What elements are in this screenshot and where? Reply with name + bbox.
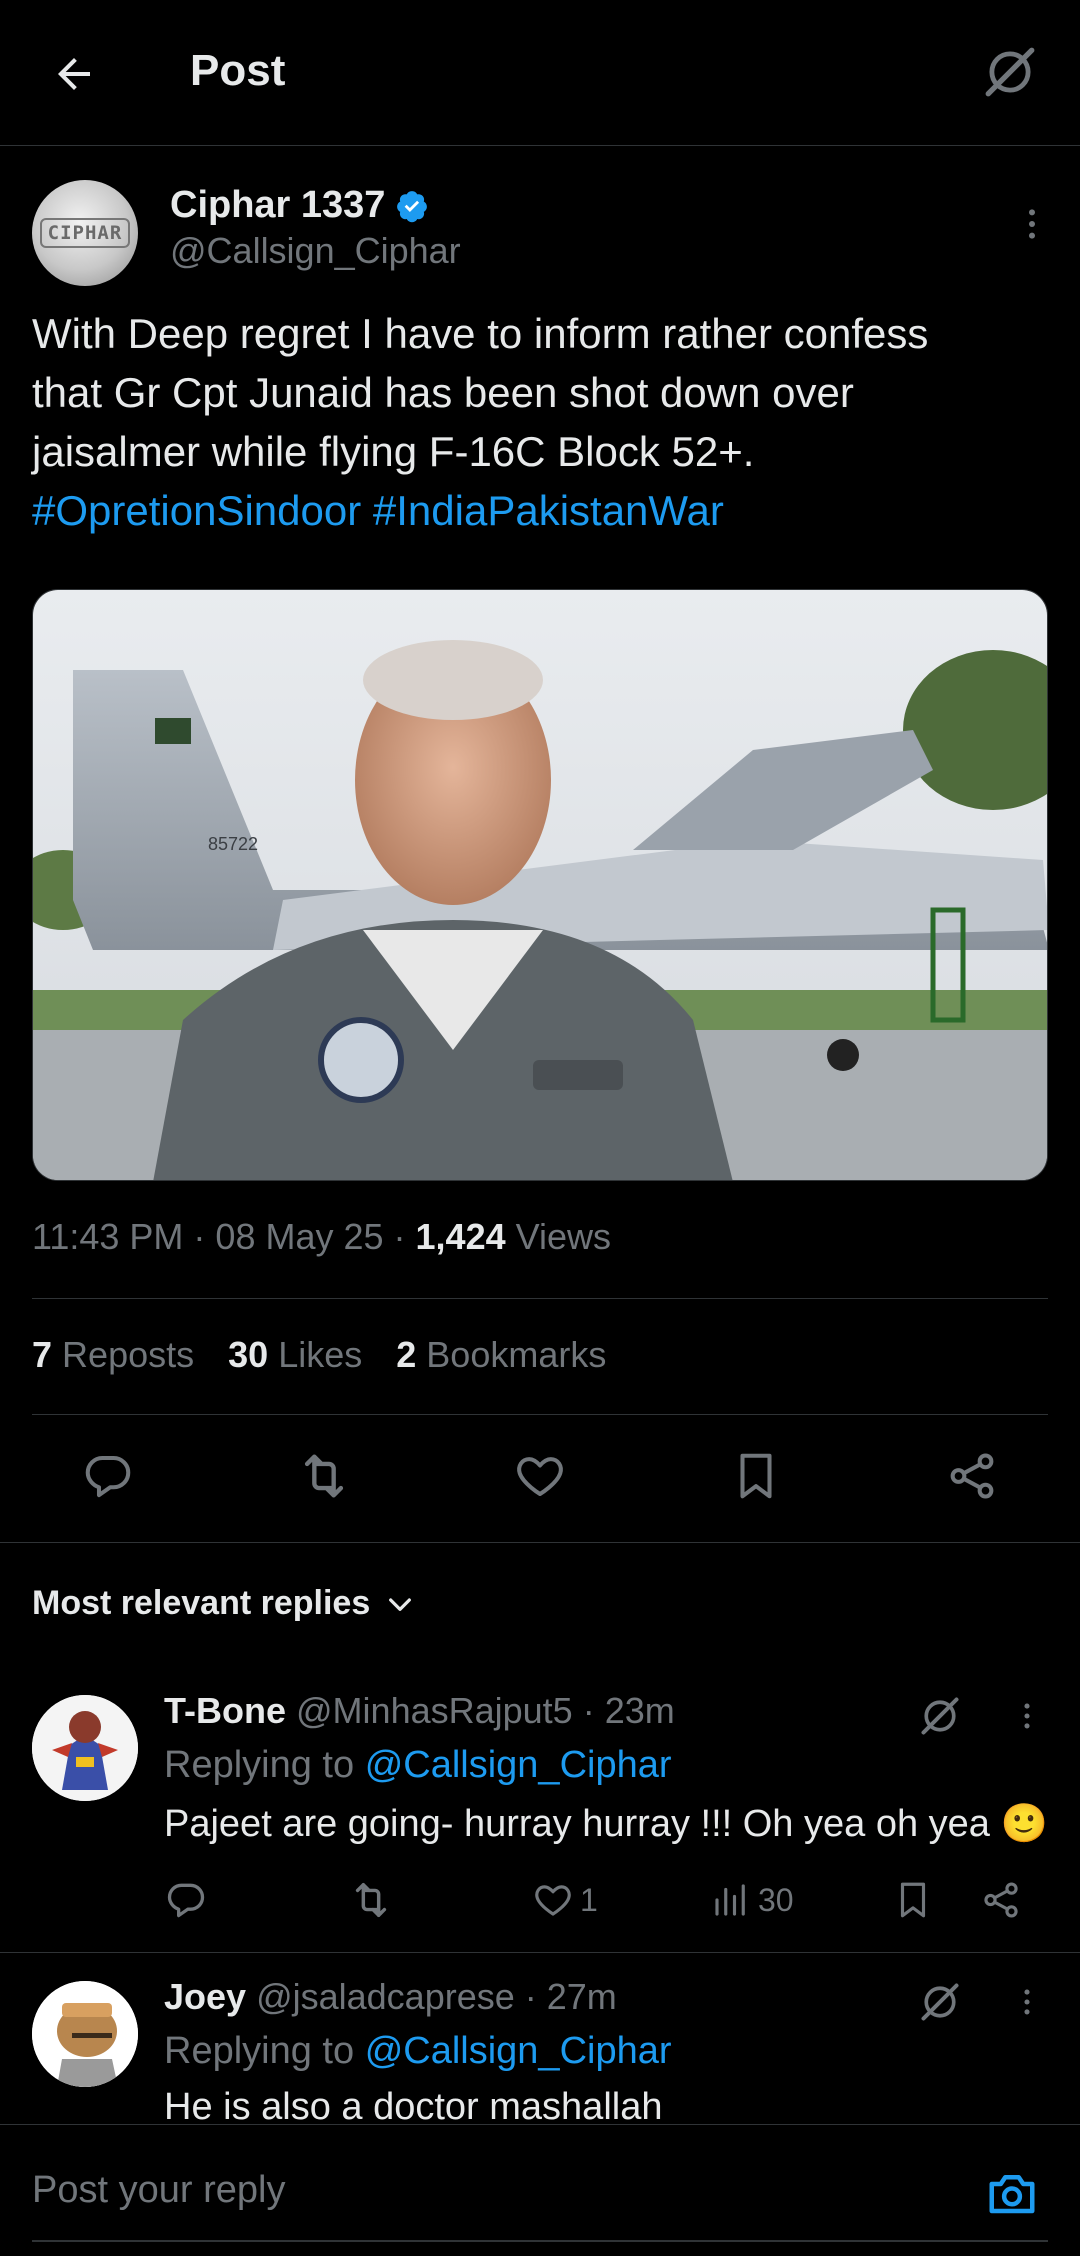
post-timestamp: 11:43 PM · 08 May 25 · 1,424 Views — [32, 1216, 612, 1257]
reply-input[interactable]: Post your reply — [32, 2169, 285, 2212]
reply-time: 27m — [546, 1976, 617, 2017]
reply-author-name[interactable]: Joey — [164, 1976, 246, 2017]
chevron-down-icon — [384, 1588, 416, 1620]
views-label: Views — [515, 1216, 612, 1257]
grok-icon[interactable] — [974, 36, 1046, 108]
reply-header: Joey @jsaladcaprese · 27m — [164, 1976, 617, 2017]
likes-stat[interactable]: 30 Likes — [228, 1334, 362, 1376]
reposts-count: 7 — [32, 1334, 53, 1375]
avatar-logo-text: CIPHAR — [39, 218, 131, 248]
section-divider — [0, 1542, 1080, 1543]
like-heart-icon[interactable] — [504, 1440, 576, 1512]
reply-icon[interactable] — [164, 1872, 208, 1928]
like-button[interactable]: 1 — [532, 1872, 598, 1928]
author-avatar[interactable]: CIPHAR — [32, 180, 138, 286]
camera-icon[interactable] — [980, 2161, 1044, 2225]
views-count: 1,424 — [415, 1216, 506, 1257]
reply-text: Pajeet are going- hurray hurray !!! Oh y… — [164, 1802, 1048, 1846]
replying-to-line: Replying to @Callsign_Ciphar — [164, 1744, 672, 1787]
post-date: 08 May 25 — [215, 1216, 384, 1257]
composer-underline — [32, 2240, 1048, 2242]
top-bar: Post — [0, 0, 1080, 146]
reply-text: He is also a doctor mashallah — [164, 2086, 663, 2128]
post-text: With Deep regret I have to inform rather… — [32, 304, 1052, 540]
replies-sort-dropdown[interactable]: Most relevant replies — [32, 1584, 416, 1623]
reply-action-bar: 1 30 — [164, 1872, 1044, 1928]
divider — [0, 1952, 1080, 1953]
repost-icon[interactable] — [348, 1872, 394, 1928]
share-icon[interactable] — [936, 1440, 1008, 1512]
likes-label: Likes — [278, 1334, 363, 1375]
verified-badge-icon — [395, 189, 429, 223]
more-options-icon[interactable] — [1000, 1972, 1054, 2032]
views-bars-icon — [710, 1879, 752, 1921]
bookmarks-label: Bookmarks — [426, 1334, 607, 1375]
engagement-stats: 7 Reposts 30 Likes 2 Bookmarks — [32, 1334, 606, 1376]
reply-author-handle[interactable]: @MinhasRajput5 — [296, 1690, 573, 1731]
post-text-line: that Gr Cpt Junaid has been shot down ov… — [32, 369, 854, 416]
replying-to-prefix: Replying to — [164, 1744, 355, 1786]
reply-icon[interactable] — [72, 1440, 144, 1512]
likes-count: 30 — [228, 1334, 269, 1375]
post-action-bar — [0, 1440, 1080, 1512]
more-options-icon[interactable] — [1000, 1686, 1054, 1746]
replying-to-link[interactable]: @Callsign_Ciphar — [365, 1744, 672, 1786]
grok-icon[interactable] — [910, 1686, 970, 1746]
post-text-line: With Deep regret I have to inform rather… — [32, 310, 929, 357]
grok-icon[interactable] — [910, 1972, 970, 2032]
more-options-icon[interactable] — [1004, 196, 1060, 252]
bookmarks-stat[interactable]: 2 Bookmarks — [396, 1334, 606, 1376]
reply-item[interactable]: Joey @jsaladcaprese · 27m Replying to @C… — [0, 1976, 1080, 2128]
share-icon[interactable] — [980, 1872, 1022, 1928]
replying-to-link[interactable]: @Callsign_Ciphar — [365, 2030, 672, 2072]
replying-to-line: Replying to @Callsign_Ciphar — [164, 2030, 672, 2073]
post-image[interactable]: 85722 — [32, 589, 1048, 1181]
post-time: 11:43 PM — [32, 1216, 184, 1257]
reply-author-name[interactable]: T-Bone — [164, 1690, 286, 1731]
image-tail-number: 85722 — [208, 834, 258, 854]
emoji: 🙂 — [1000, 1803, 1048, 1845]
replies-sort-label: Most relevant replies — [32, 1584, 371, 1622]
reply-text-content: Pajeet are going- hurray hurray !!! Oh y… — [164, 1803, 990, 1845]
reply-avatar[interactable] — [32, 1695, 138, 1801]
reposts-label: Reposts — [62, 1334, 195, 1375]
views-count: 30 — [758, 1881, 794, 1918]
reposts-stat[interactable]: 7 Reposts — [32, 1334, 194, 1376]
author-name-row[interactable]: Ciphar 1337 — [170, 184, 429, 227]
bookmark-icon[interactable] — [720, 1440, 792, 1512]
back-arrow-icon[interactable] — [42, 42, 106, 106]
reply-item[interactable]: T-Bone @MinhasRajput5 · 23m Replying to … — [0, 1690, 1080, 1950]
hashtag-link[interactable]: #OpretionSindoor — [32, 487, 361, 534]
divider — [32, 1298, 1048, 1299]
bookmark-icon[interactable] — [892, 1872, 934, 1928]
hashtag-link[interactable]: #IndiaPakistanWar — [373, 487, 724, 534]
reply-avatar[interactable] — [32, 1981, 138, 2087]
author-handle[interactable]: @Callsign_Ciphar — [170, 230, 461, 272]
bookmarks-count: 2 — [396, 1334, 417, 1375]
reply-header: T-Bone @MinhasRajput5 · 23m — [164, 1690, 675, 1731]
author-name: Ciphar 1337 — [170, 184, 386, 226]
reply-composer: Post your reply — [0, 2124, 1080, 2256]
page-title: Post — [190, 46, 286, 95]
reply-time: 23m — [604, 1690, 675, 1731]
repost-icon[interactable] — [288, 1440, 360, 1512]
reply-author-handle[interactable]: @jsaladcaprese — [256, 1976, 515, 2017]
like-count: 1 — [580, 1881, 598, 1918]
like-heart-icon — [532, 1879, 574, 1921]
views-button[interactable]: 30 — [710, 1872, 794, 1928]
post-text-line: jaisalmer while flying F-16C Block 52+. — [32, 428, 755, 475]
replying-to-prefix: Replying to — [164, 2030, 355, 2072]
divider — [32, 1414, 1048, 1415]
